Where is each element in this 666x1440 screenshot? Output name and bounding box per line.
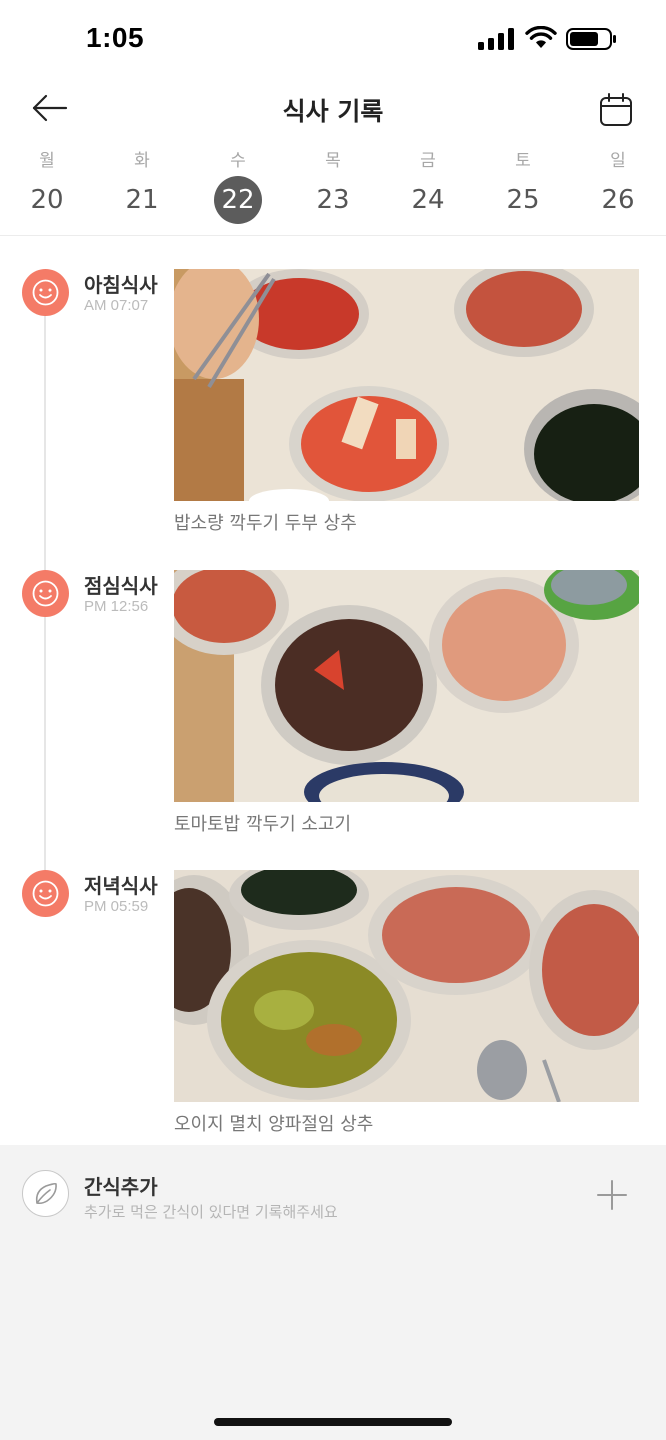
- meal-dinner: 저녁식사 PM 05:59 오이지 멸치 양파절임 상추: [0, 870, 666, 1160]
- day-name: 금: [420, 151, 436, 171]
- day-sun[interactable]: 일 26: [583, 140, 653, 232]
- day-date: 24: [411, 185, 445, 215]
- meal-name: 저녁식사: [84, 874, 158, 898]
- day-name: 토: [515, 151, 531, 171]
- meal-foods: 오이지 멸치 양파절임 상추: [174, 1114, 374, 1135]
- day-sat[interactable]: 토 25: [488, 140, 558, 232]
- calendar-icon[interactable]: [598, 92, 634, 128]
- status-bar: 1:05: [0, 0, 666, 80]
- signal-icon: [478, 28, 514, 50]
- home-indicator[interactable]: [214, 1418, 452, 1426]
- meal-lunch: 점심식사 PM 12:56 토마토밥 깍두기 소고기: [0, 570, 666, 860]
- week-selector: 월 20 화 21 수 22 목 23 금 24 토 25 일 26: [0, 140, 666, 236]
- snack-subtitle: 추가로 먹은 간식이 있다면 기록해주세요: [84, 1203, 338, 1221]
- leaf-icon: [22, 1170, 69, 1217]
- day-tue[interactable]: 화 21: [107, 140, 177, 232]
- day-thu[interactable]: 목 23: [298, 140, 368, 232]
- day-date: 23: [316, 185, 350, 215]
- day-wed-selected[interactable]: 수 22: [203, 140, 273, 232]
- meal-name: 아침식사: [84, 273, 158, 297]
- day-name: 목: [325, 151, 341, 171]
- day-date: 26: [601, 185, 635, 215]
- day-name: 월: [39, 151, 55, 171]
- snack-title: 간식추가: [84, 1175, 158, 1199]
- day-mon[interactable]: 월 20: [12, 140, 82, 232]
- meal-photo[interactable]: [174, 870, 639, 1102]
- meal-breakfast: 아침식사 AM 07:07 밥소량 깍두기 두부 상추: [0, 269, 666, 559]
- header: 식사 기록: [0, 80, 666, 138]
- page-title: 식사 기록: [282, 97, 384, 126]
- snack-section: 간식추가 추가로 먹은 간식이 있다면 기록해주세요: [0, 1145, 666, 1440]
- day-date: 25: [506, 185, 540, 215]
- plus-icon[interactable]: [596, 1179, 628, 1211]
- day-date: 22: [214, 176, 262, 224]
- day-date: 21: [125, 185, 159, 215]
- meal-time: PM 05:59: [84, 898, 149, 915]
- meal-time: AM 07:07: [84, 297, 149, 314]
- day-fri[interactable]: 금 24: [393, 140, 463, 232]
- day-name: 수: [230, 151, 246, 171]
- smiley-icon: [22, 570, 69, 617]
- day-name: 화: [134, 151, 150, 171]
- day-date: 20: [30, 185, 64, 215]
- meal-time: PM 12:56: [84, 598, 149, 615]
- meal-photo[interactable]: [174, 570, 639, 802]
- smiley-icon: [22, 269, 69, 316]
- meal-photo[interactable]: [174, 269, 639, 501]
- battery-icon: [566, 28, 616, 50]
- meal-foods: 토마토밥 깍두기 소고기: [174, 814, 352, 835]
- smiley-icon: [22, 870, 69, 917]
- day-name: 일: [610, 151, 626, 171]
- wifi-icon: [525, 26, 557, 48]
- meal-name: 점심식사: [84, 574, 158, 598]
- meal-foods: 밥소량 깍두기 두부 상추: [174, 513, 357, 534]
- status-time: 1:05: [86, 22, 145, 53]
